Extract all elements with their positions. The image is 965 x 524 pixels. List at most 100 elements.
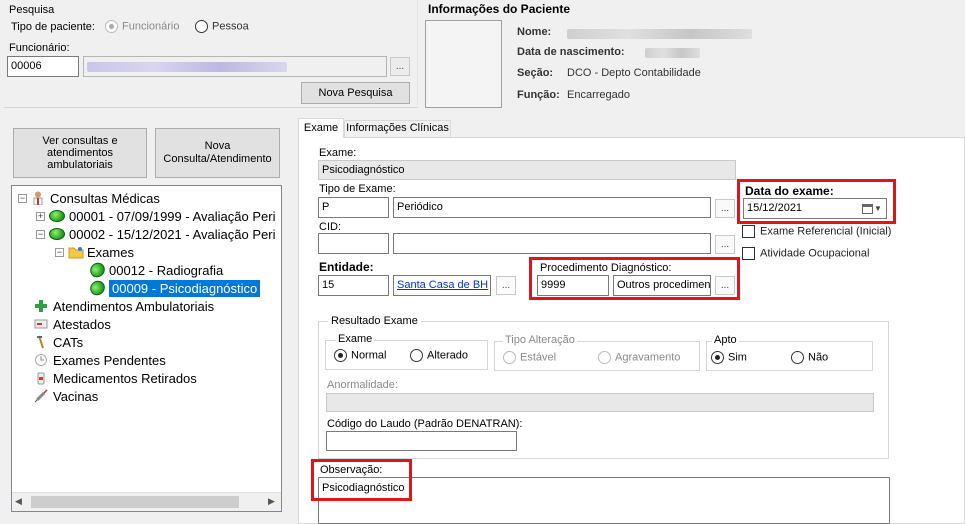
radio-agravamento-indicator xyxy=(598,351,611,364)
radio-nao[interactable]: Não xyxy=(791,351,828,364)
syringe-icon xyxy=(34,389,48,403)
nome-label: Nome: xyxy=(517,26,552,38)
entidade-search-button[interactable]: ... xyxy=(496,276,516,295)
tree-item-consultas-label: Consultas Médicas xyxy=(50,190,160,206)
tab-exame-label: Exame xyxy=(303,122,339,134)
entidade-code-field[interactable]: 15 xyxy=(318,275,389,296)
tree-item-consulta-00002[interactable]: − 00002 - 15/12/2021 - Avaliação Peri xyxy=(36,225,275,243)
green-status-icon xyxy=(87,259,108,281)
radio-normal[interactable]: Normal xyxy=(334,349,386,362)
tree-item-consulta-00002-label: 00002 - 15/12/2021 - Avaliação Peri xyxy=(69,226,276,242)
funcionario-search-button[interactable]: ... xyxy=(390,57,410,76)
cid-desc-field[interactable] xyxy=(393,233,711,254)
nova-consulta-button[interactable]: Nova Consulta/Atendimento xyxy=(155,128,280,178)
radio-estavel-label: Estável xyxy=(520,351,557,364)
cid-code-field[interactable] xyxy=(318,233,389,254)
highlight-procedimento xyxy=(529,257,740,300)
resultado-exame-title: Resultado Exame xyxy=(328,315,421,327)
scroll-left-icon[interactable]: ◀ xyxy=(15,496,22,507)
collapse-icon[interactable]: − xyxy=(36,229,45,239)
tree-item-exame-00012[interactable]: 00012 - Radiografia xyxy=(87,259,224,281)
cid-search-button[interactable]: ... xyxy=(715,235,735,254)
tree-item-vacinas[interactable]: Vacinas xyxy=(34,387,98,405)
radio-alterado[interactable]: Alterado xyxy=(410,349,468,362)
funcionario-code-field[interactable]: 00006 xyxy=(7,56,79,77)
tree-item-pendentes-label: Exames Pendentes xyxy=(53,352,166,368)
tipo-alteracao-title: Tipo Alteração xyxy=(503,334,577,346)
highlight-observacao xyxy=(311,459,412,501)
tree-item-atendimentos-label: Atendimentos Ambulatoriais xyxy=(53,298,215,314)
funcao-value: Encarregado xyxy=(567,89,630,101)
tree-item-consulta-00001-label: 00001 - 07/09/1999 - Avaliação Peri xyxy=(69,208,276,224)
collapse-icon[interactable]: − xyxy=(55,247,64,257)
nova-pesquisa-button[interactable]: Nova Pesquisa xyxy=(301,82,410,104)
laudo-field[interactable] xyxy=(326,431,517,451)
tipo-exame-code-field[interactable]: P xyxy=(318,197,389,218)
laudo-label: Código do Laudo (Padrão DENATRAN): xyxy=(327,418,523,430)
radio-alterado-indicator xyxy=(410,349,423,362)
tree-item-exame-00009[interactable]: 00009 - Psicodiagnóstico xyxy=(87,277,261,299)
tree-hscroll-thumb[interactable] xyxy=(31,496,239,508)
radio-pessoa-label: Pessoa xyxy=(212,20,249,33)
nasc-label: Data de nascimento: xyxy=(517,46,625,58)
radio-nao-indicator xyxy=(791,351,804,364)
entidade-link[interactable]: Santa Casa de BH xyxy=(393,275,491,296)
radio-estavel[interactable]: Estável xyxy=(503,351,556,364)
doctor-icon xyxy=(31,191,45,206)
green-status-icon xyxy=(87,277,108,299)
tipo-paciente-label: Tipo de paciente: xyxy=(11,21,95,33)
radio-sim-indicator xyxy=(711,351,724,364)
exame-referencial-checkbox[interactable]: Exame Referencial (Inicial) xyxy=(742,225,891,238)
tree-item-medicamentos[interactable]: Medicamentos Retirados xyxy=(34,369,197,387)
radio-sim[interactable]: Sim xyxy=(711,351,747,364)
tipo-exame-search-button[interactable]: ... xyxy=(715,199,735,218)
tree-item-exames[interactable]: − Exames xyxy=(55,243,134,261)
atividade-ocupacional-checkbox[interactable]: Atividade Ocupacional xyxy=(742,247,869,260)
tree-item-atendimentos[interactable]: Atendimentos Ambulatoriais xyxy=(34,297,214,315)
pesquisa-title: Pesquisa xyxy=(9,4,55,16)
expand-icon[interactable]: + xyxy=(36,211,45,221)
tree-item-medicamentos-label: Medicamentos Retirados xyxy=(53,370,197,386)
apto-title: Apto xyxy=(712,334,739,346)
patient-photo xyxy=(425,20,502,108)
entidade-label: Entidade: xyxy=(319,260,374,274)
exame-referencial-label: Exame Referencial (Inicial) xyxy=(760,225,892,238)
secao-label: Seção: xyxy=(517,67,554,79)
cid-label: CID: xyxy=(319,221,341,233)
radio-normal-label: Normal xyxy=(351,349,387,362)
funcionario-name-field[interactable] xyxy=(83,56,387,77)
anormalidade-label: Anormalidade: xyxy=(327,379,398,391)
green-status-icon xyxy=(49,210,65,222)
radio-nao-label: Não xyxy=(808,351,829,364)
tipo-exame-desc-field[interactable]: Periódico xyxy=(393,197,711,218)
funcionario-name-redacted xyxy=(87,62,287,72)
tree-item-atestados[interactable]: Atestados xyxy=(34,315,111,333)
tab-info-clinicas[interactable]: Informações Clínicas xyxy=(344,120,451,137)
plus-cross-icon xyxy=(34,299,48,313)
atividade-ocupacional-box xyxy=(742,247,755,260)
nasc-value-redacted xyxy=(645,48,700,58)
tree-item-exame-00012-label: 00012 - Radiografia xyxy=(109,262,224,278)
exame-radio-group-title: Exame xyxy=(336,333,375,345)
tree-item-consulta-00001[interactable]: + 00001 - 07/09/1999 - Avaliação Peri xyxy=(36,207,275,225)
scroll-right-icon[interactable]: ▶ xyxy=(268,496,275,507)
radio-funcionario[interactable]: Funcionário xyxy=(105,20,179,33)
tree-item-cats[interactable]: CATs xyxy=(34,333,83,351)
radio-agravamento-label: Agravamento xyxy=(615,351,681,364)
tab-exame[interactable]: Exame xyxy=(298,118,344,138)
tree-item-consultas[interactable]: − Consultas Médicas xyxy=(18,189,160,207)
tree-hscrollbar[interactable]: ◀ ▶ xyxy=(12,492,281,511)
radio-agravamento[interactable]: Agravamento xyxy=(598,351,680,364)
tree-item-pendentes[interactable]: Exames Pendentes xyxy=(34,351,166,369)
tab-info-clinicas-label: Informações Clínicas xyxy=(346,122,449,134)
radio-normal-indicator xyxy=(334,349,347,362)
anormalidade-field xyxy=(326,393,874,412)
certificate-icon xyxy=(34,317,48,331)
radio-pessoa[interactable]: Pessoa xyxy=(195,20,249,33)
radio-sim-label: Sim xyxy=(728,351,747,364)
clock-icon xyxy=(34,353,48,367)
nome-value-redacted xyxy=(567,29,752,39)
collapse-icon[interactable]: − xyxy=(18,193,27,203)
ver-consultas-button[interactable]: Ver consultas e atendimentos ambulatoria… xyxy=(13,128,147,178)
funcionario-label: Funcionário: xyxy=(9,42,70,54)
